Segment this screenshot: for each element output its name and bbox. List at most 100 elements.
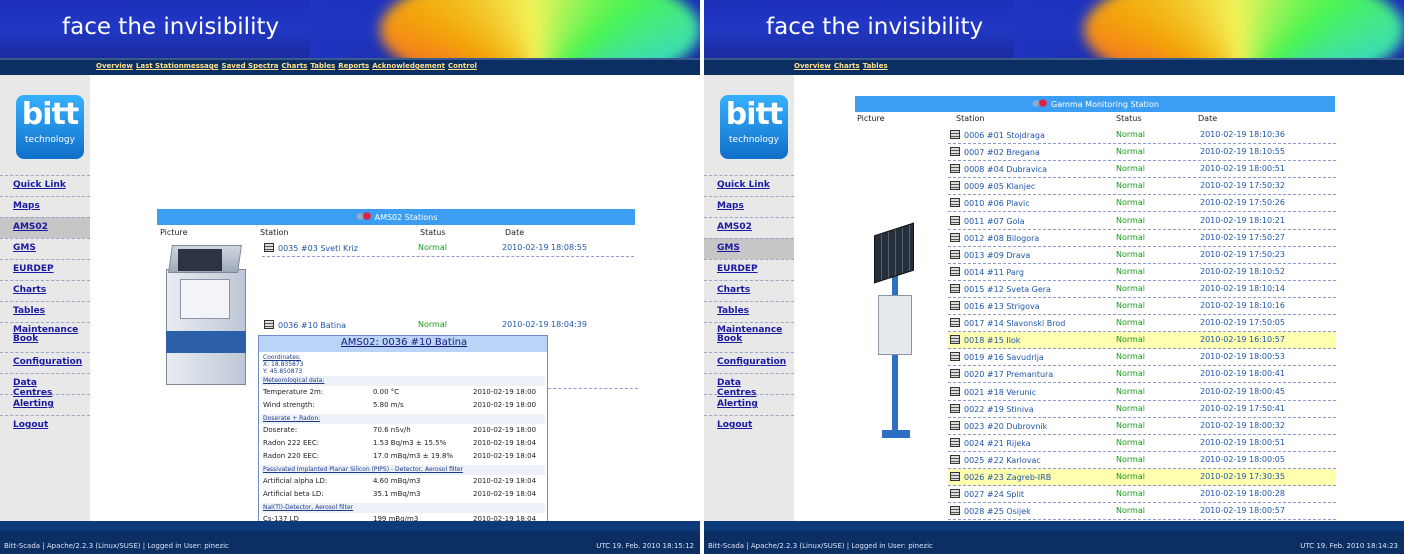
tooltip-row: Wind strength: 5.80 m/s 2010-02-19 18:00 (261, 401, 545, 412)
tooltip-section-heading: Passivated Implanted Planar Silicon (PIP… (261, 465, 545, 475)
top-nav: Overview Charts Tables (704, 58, 1404, 75)
table-title: AMS02 Stations (157, 209, 635, 225)
nav-link-reports[interactable]: Reports (338, 62, 369, 70)
sidebar-item-ams02[interactable]: AMS02 (704, 217, 794, 238)
table-row[interactable]: 0015 #12 Sveta Gera Normal 2010-02-19 18:1… (948, 281, 1336, 298)
table-row[interactable]: 0014 #11 Parg Normal 2010-02-19 18:10:52 (948, 264, 1336, 281)
station-name[interactable]: 0013 #09 Drava (964, 251, 1030, 260)
station-name[interactable]: 0010 #06 Plavic (964, 199, 1030, 208)
table-row[interactable]: 0019 #16 Savudrija Normal 2010-02-19 18:00… (948, 349, 1336, 367)
sidebar-item-gms[interactable]: GMS (704, 238, 794, 259)
sidebar-item-quick-link[interactable]: Quick Link (0, 175, 90, 196)
sidebar-item-charts[interactable]: Charts (704, 280, 794, 301)
nav-link-overview[interactable]: Overview (96, 62, 133, 70)
table-row[interactable]: 0027 #24 Split Normal 2010-02-19 18:00:28 (948, 486, 1336, 504)
table-row[interactable]: 0012 #08 Bilogora Normal 2010-02-19 17:50:… (948, 230, 1336, 247)
table-row[interactable]: 0009 #05 Klanjec Normal 2010-02-19 17:50:3… (948, 178, 1336, 196)
station-name[interactable]: 0011 #07 Gola (964, 217, 1025, 226)
station-name[interactable]: 0017 #14 Slavonski Brod (964, 319, 1065, 328)
sidebar-item-maintenance-book[interactable]: Maintenance Book (0, 322, 90, 352)
table-row[interactable]: 0035 #03 Sveti Kriz Normal 2010-02-19 18… (262, 240, 634, 257)
table-row[interactable]: 0026 #23 Zagreb-IRB Normal 2010-02-19 17:3… (948, 469, 1336, 486)
sidebar-item-eurdep[interactable]: EURDEP (0, 259, 90, 280)
station-name[interactable]: 0009 #05 Klanjec (964, 182, 1035, 191)
station-name[interactable]: 0026 #23 Zagreb-IRB (964, 473, 1051, 482)
sidebar-item-ams02[interactable]: AMS02 (0, 217, 90, 238)
station-name[interactable]: 0023 #20 Dubrovnik (964, 422, 1047, 431)
footer-clock: UTC 19. Feb. 2010 18:14:23 (1300, 542, 1398, 550)
station-name[interactable]: 0015 #12 Sveta Gera (964, 285, 1051, 294)
sidebar-item-maps[interactable]: Maps (704, 196, 794, 217)
station-icon (264, 320, 274, 329)
table-row[interactable]: 0010 #06 Plavic Normal 2010-02-19 17:50:26 (948, 195, 1336, 213)
table-row[interactable]: 0016 #13 Strigova Normal 2010-02-19 18:10:… (948, 298, 1336, 315)
sidebar-item-data-centres[interactable]: Data Centres (0, 373, 90, 398)
table-row[interactable]: 0008 #04 Dubravica Normal 2010-02-19 18:00… (948, 161, 1336, 179)
nav-link-charts[interactable]: Charts (282, 62, 308, 70)
table-row[interactable]: 0013 #09 Drava Normal 2010-02-19 17:50:23 (948, 247, 1336, 264)
sidebar-item-maintenance-book[interactable]: Maintenance Book (704, 322, 794, 352)
table-row[interactable]: 0022 #19 Stiniva Normal 2010-02-19 17:50:4… (948, 401, 1336, 418)
tooltip-value: 0.00 °C (373, 388, 400, 396)
tooltip-label: Artificial alpha LD: (263, 477, 328, 485)
sidebar-item-configuration[interactable]: Configuration (0, 352, 90, 373)
sidebar-item-quick-link[interactable]: Quick Link (704, 175, 794, 196)
nav-link-saved-spectra[interactable]: Saved Spectra (222, 62, 279, 70)
sidebar-item-tables[interactable]: Tables (704, 301, 794, 322)
sidebar-item-tables[interactable]: Tables (0, 301, 90, 322)
sidebar-item-data-centres[interactable]: Data Centres (704, 373, 794, 398)
table-row[interactable]: 0020 #17 Premantura Normal 2010-02-19 18:0… (948, 366, 1336, 384)
table-row[interactable]: 0018 #15 Ilok Normal 2010-02-19 16:10:57 (948, 332, 1336, 350)
station-icon (950, 369, 960, 379)
table-row[interactable]: 0025 #22 Karlovac Normal 2010-02-19 18:00:… (948, 452, 1336, 469)
nav-link-acknowledgement[interactable]: Acknowledgement (372, 62, 445, 70)
nav-link-charts[interactable]: Charts (834, 62, 860, 70)
station-name[interactable]: 0024 #21 Rijeka (964, 439, 1031, 448)
table-row[interactable]: 0021 #18 Verunic Normal 2010-02-19 18:00:4… (948, 384, 1336, 401)
sidebar-item-configuration[interactable]: Configuration (704, 352, 794, 373)
station-name[interactable]: 0018 #15 Ilok (964, 336, 1020, 345)
station-name[interactable]: 0016 #13 Strigova (964, 302, 1040, 311)
sidebar-item-logout[interactable]: Logout (0, 415, 90, 436)
station-name[interactable]: 0028 #25 Osijek (964, 507, 1031, 516)
nav-link-tables[interactable]: Tables (863, 62, 888, 70)
date-text: 2010-02-19 17:50:41 (1200, 403, 1285, 413)
date-text: 2010-02-19 18:10:52 (1200, 266, 1285, 276)
station-name[interactable]: 0025 #22 Karlovac (964, 456, 1041, 465)
station-name[interactable]: 0027 #24 Split (964, 490, 1024, 499)
station-name[interactable]: 0008 #04 Dubravica (964, 165, 1047, 174)
sidebar-item-eurdep[interactable]: EURDEP (704, 259, 794, 280)
station-name[interactable]: 0014 #11 Parg (964, 268, 1024, 277)
sidebar-item-gms[interactable]: GMS (0, 238, 90, 259)
sidebar-item-charts[interactable]: Charts (0, 280, 90, 301)
table-row[interactable]: 0036 #10 Batina Normal 2010-02-19 18:04:… (262, 317, 634, 334)
sidebar-item-logout[interactable]: Logout (704, 415, 794, 436)
date-text: 2010-02-19 18:00:32 (1200, 420, 1285, 430)
station-name[interactable]: 0019 #16 Savudrija (964, 353, 1044, 362)
station-icon (950, 301, 960, 310)
date-text: 2010-02-19 17:50:23 (1200, 249, 1285, 259)
nav-link-control[interactable]: Control (448, 62, 477, 70)
station-icon (950, 249, 960, 259)
station-name[interactable]: 0006 #01 Stojdraga (964, 131, 1045, 140)
nav-link-overview[interactable]: Overview (794, 62, 831, 70)
table-row[interactable]: 0011 #07 Gola Normal 2010-02-19 18:10:21 (948, 213, 1336, 230)
sidebar: bitt technology Quick Link Maps AMS02 GMS EU… (0, 75, 90, 521)
col-station: Station (956, 114, 985, 123)
station-name[interactable]: 0012 #08 Bilogora (964, 234, 1039, 243)
nav-link-last-stationmessage[interactable]: Last Stationmessage (136, 62, 219, 70)
table-row[interactable]: 0024 #21 Rijeka Normal 2010-02-19 18:00:51 (948, 435, 1336, 452)
table-row[interactable]: 0017 #14 Slavonski Brod Normal 2010-02-19 … (948, 315, 1336, 333)
table-row[interactable]: 0006 #01 Stojdraga Normal 2010-02-19 18:10… (948, 127, 1336, 144)
tooltip-title[interactable]: AMS02: 0036 #10 Batina (259, 336, 547, 352)
station-name[interactable]: 0022 #19 Stiniva (964, 405, 1034, 414)
station-name[interactable]: 0007 #02 Bregana (964, 148, 1040, 157)
nav-link-tables[interactable]: Tables (310, 62, 335, 70)
table-row[interactable]: 0007 #02 Bregana Normal 2010-02-19 18:10:5… (948, 144, 1336, 162)
table-row[interactable]: 0028 #25 Osijek Normal 2010-02-19 18:00:57 (948, 503, 1336, 521)
date-text: 2010-02-19 18:00:57 (1200, 506, 1285, 516)
station-name[interactable]: 0021 #18 Verunic (964, 388, 1036, 397)
station-name[interactable]: 0020 #17 Premantura (964, 370, 1053, 379)
sidebar-item-maps[interactable]: Maps (0, 196, 90, 217)
table-row[interactable]: 0023 #20 Dubrovnik Normal 2010-02-19 18:00… (948, 418, 1336, 435)
